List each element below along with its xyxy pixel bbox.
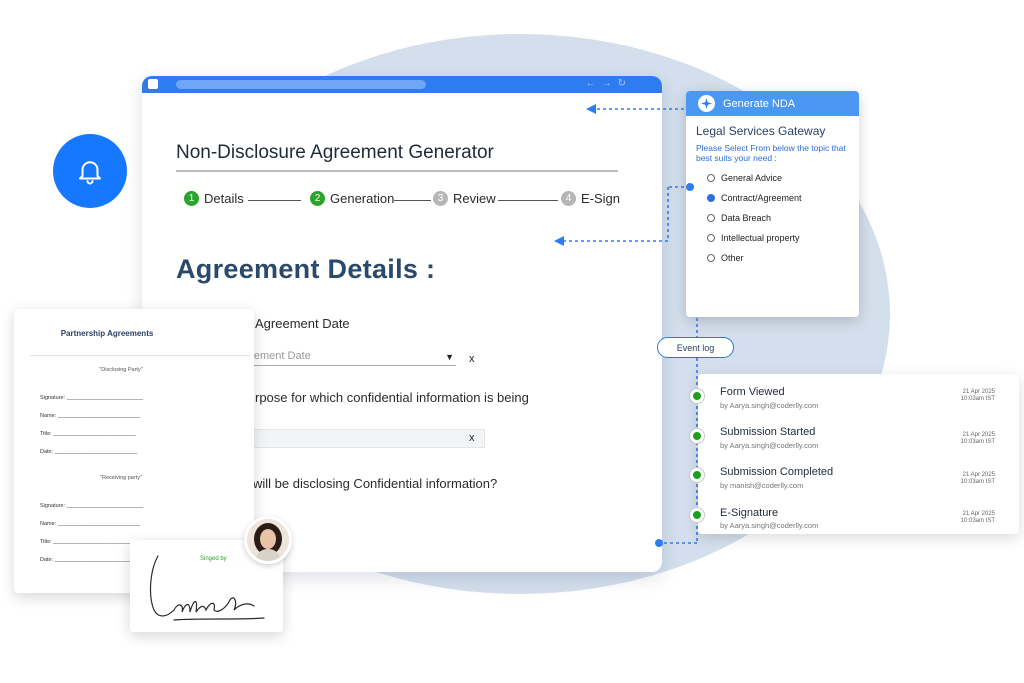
- event-date: 21 Apr 2025: [962, 472, 995, 478]
- event-log-button[interactable]: Event log: [657, 337, 734, 358]
- option-contract-agreement[interactable]: Contract/Agreement: [707, 193, 802, 203]
- option-label: Other: [721, 253, 744, 263]
- event-author: by Aarya.singh@coderlly.com: [720, 401, 819, 410]
- bell-icon: [79, 161, 101, 185]
- event-timestamp: 21 Apr 2025 10:03am IST: [961, 389, 995, 403]
- event-date: 21 Apr 2025: [962, 432, 995, 438]
- event-author: by manish@coderlly.com: [720, 481, 804, 490]
- step-label: E-Sign: [581, 191, 621, 206]
- option-intellectual-property[interactable]: Intellectual property: [707, 233, 800, 243]
- signature-field: Signature: _________________________: [40, 503, 144, 509]
- option-label: Intellectual property: [721, 233, 800, 243]
- option-label: Contract/Agreement: [721, 193, 802, 203]
- event-status-dot: [689, 507, 705, 523]
- event-author: by Aarya.singh@coderlly.com: [720, 521, 819, 530]
- agreement-date-label: Agreement Date: [255, 316, 350, 331]
- status-dot-icon: [693, 432, 701, 440]
- option-general-advice[interactable]: General Advice: [707, 173, 782, 183]
- event-time: 10:03am IST: [960, 518, 995, 524]
- card-divider: [30, 355, 250, 356]
- radio-button[interactable]: [707, 214, 715, 222]
- name-field: Name: ___________________________: [40, 521, 141, 527]
- step-indicator: 1 Details 2 Generation 3 Review 4 E-Sign: [184, 191, 624, 211]
- step-label: Review: [453, 191, 496, 206]
- name-field: Name: ___________________________: [40, 413, 141, 419]
- generate-nda-label: Generate NDA: [723, 97, 796, 110]
- status-dot-icon: [693, 511, 701, 519]
- signature-field: Signature: _________________________: [40, 395, 144, 401]
- step-number-badge: 3: [433, 191, 448, 206]
- step-esign[interactable]: 4 E-Sign: [561, 191, 620, 206]
- title-field: Title: ___________________________: [40, 431, 136, 437]
- date-field: Date: ___________________________: [40, 557, 138, 563]
- status-dot-icon: [693, 471, 701, 479]
- event-time: 10:03am IST: [960, 396, 995, 402]
- step-connector: [498, 200, 558, 201]
- person-avatar-icon: [247, 519, 289, 561]
- window-titlebar: ←→↻: [142, 76, 662, 93]
- title-field: Title: ___________________________: [40, 539, 136, 545]
- step-number-badge: 2: [310, 191, 325, 206]
- notification-bell-button[interactable]: [53, 134, 127, 208]
- option-data-breach[interactable]: Data Breach: [707, 213, 771, 223]
- step-generation[interactable]: 2 Generation: [310, 191, 394, 206]
- event-timestamp: 21 Apr 2025 10:03am IST: [961, 432, 995, 446]
- event-time: 10:03am IST: [960, 479, 995, 485]
- event-title: Submission Started: [720, 426, 816, 438]
- event-date: 21 Apr 2025: [962, 389, 995, 395]
- step-number-badge: 4: [561, 191, 576, 206]
- radio-button[interactable]: [707, 174, 715, 182]
- option-label: General Advice: [721, 173, 783, 183]
- step-number-badge: 1: [184, 191, 199, 206]
- page-title: Non-Disclosure Agreement Generator: [176, 142, 494, 163]
- step-connector: [248, 200, 301, 201]
- status-dot-icon: [693, 392, 701, 400]
- event-timestamp: 21 Apr 2025 10:03am IST: [961, 472, 995, 486]
- event-title: Submission Completed: [720, 466, 834, 478]
- generate-nda-panel: Generate NDA Legal Services Gateway Plea…: [686, 91, 859, 317]
- radio-button[interactable]: [707, 234, 715, 242]
- receiving-party-heading: "Receiving party": [100, 475, 142, 481]
- clear-date-button[interactable]: x: [469, 353, 475, 365]
- disclosing-label: will be disclosing Confidential informat…: [253, 476, 498, 491]
- step-label: Details: [204, 191, 244, 206]
- title-divider: [176, 170, 618, 172]
- gateway-title: Legal Services Gateway: [696, 124, 826, 138]
- generate-nda-button[interactable]: Generate NDA: [686, 91, 859, 116]
- signer-avatar: [244, 516, 292, 564]
- step-label: Generation: [330, 191, 395, 206]
- clear-purpose-button[interactable]: x: [469, 432, 475, 444]
- purpose-label: rpose for which confidential information…: [255, 390, 529, 405]
- step-details[interactable]: 1 Details: [184, 191, 244, 206]
- step-review[interactable]: 3 Review: [433, 191, 496, 206]
- event-timestamp: 21 Apr 2025 10:03am IST: [961, 511, 995, 525]
- date-field: Date: ___________________________: [40, 449, 138, 455]
- app-icon: [148, 79, 158, 89]
- event-log-card: Form Viewed by Aarya.singh@coderlly.com …: [698, 374, 1019, 534]
- radio-button[interactable]: [707, 254, 715, 262]
- purpose-input[interactable]: [238, 429, 485, 448]
- event-status-dot: [689, 388, 705, 404]
- event-title: E-Signature: [720, 507, 779, 519]
- partnership-title: Partnership Agreements: [60, 329, 154, 338]
- event-author: by Aarya.singh@coderlly.com: [720, 441, 819, 450]
- step-connector: [394, 200, 431, 201]
- radio-button-selected[interactable]: [707, 194, 715, 202]
- nav-arrows-icon[interactable]: ←→↻: [586, 78, 632, 89]
- caret-down-icon: ▼: [445, 352, 454, 362]
- event-title: Form Viewed: [720, 386, 785, 398]
- option-other[interactable]: Other: [707, 253, 744, 263]
- gateway-description: Please Select From below the topic that …: [696, 143, 846, 163]
- option-label: Data Breach: [721, 213, 772, 223]
- event-date: 21 Apr 2025: [962, 511, 995, 517]
- agreement-date-select[interactable]: greement Date ▼: [238, 350, 456, 366]
- event-status-dot: [689, 467, 705, 483]
- address-bar[interactable]: [176, 80, 426, 89]
- disclosing-party-heading: "Disclosing Party": [99, 367, 143, 373]
- sparkle-icon: [698, 95, 715, 112]
- section-heading: Agreement Details :: [176, 254, 436, 284]
- event-time: 10:03am IST: [960, 439, 995, 445]
- event-status-dot: [689, 428, 705, 444]
